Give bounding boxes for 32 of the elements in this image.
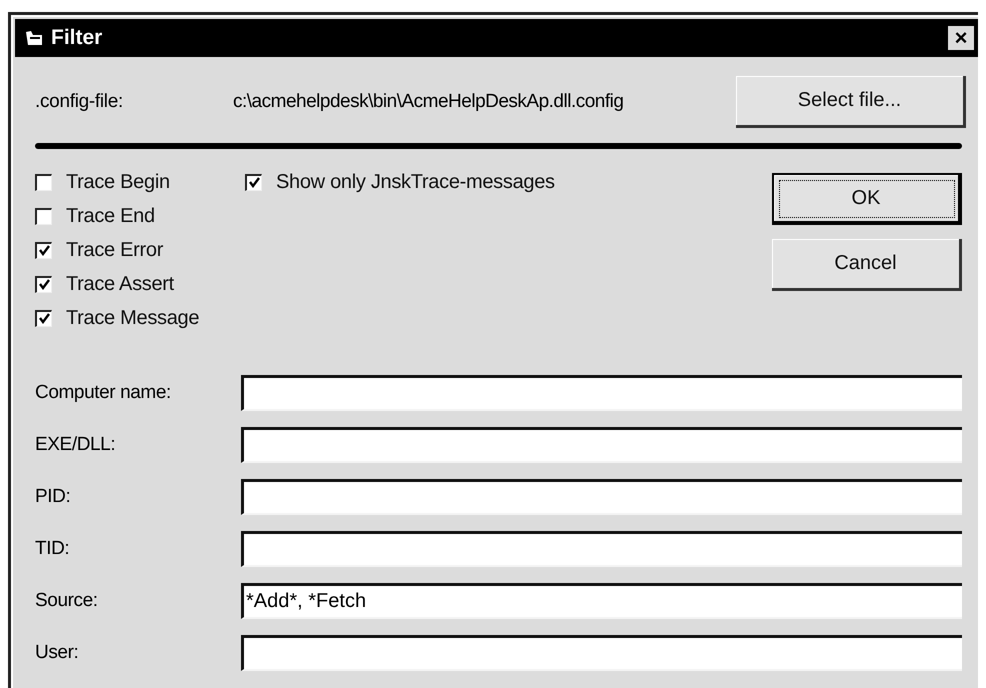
checkbox[interactable] (245, 174, 262, 190)
window-icon (25, 30, 43, 46)
input-field[interactable] (241, 375, 962, 411)
input-field[interactable] (241, 531, 962, 567)
field-label: User: (35, 642, 80, 664)
input-field[interactable] (241, 427, 962, 463)
checkbox-label: Trace Error (66, 238, 164, 262)
field-label: Computer name: (35, 382, 172, 404)
checkbox[interactable] (35, 242, 52, 258)
checkbox[interactable] (35, 310, 52, 326)
checkbox-label: Trace End (66, 204, 155, 228)
input-field[interactable] (241, 479, 962, 515)
input-field[interactable] (241, 635, 962, 671)
field-label: Source: (35, 590, 99, 612)
checkbox-label: Trace Begin (66, 170, 170, 194)
checkbox-label: Trace Assert (66, 272, 174, 296)
checkbox[interactable] (35, 276, 52, 292)
cancel-button[interactable]: Cancel (772, 239, 962, 291)
checkbox[interactable] (35, 208, 52, 224)
field-label: PID: (35, 486, 72, 508)
input-field[interactable]: *Add*, *Fetch (241, 583, 962, 619)
checkbox-label: Show only JnskTrace-messages (276, 170, 555, 194)
config-file-path: c:\acmehelpdesk\bin\AcmeHelpDeskAp.dll.config (233, 91, 624, 113)
checkbox-label: Trace Message (66, 306, 200, 330)
field-label: TID: (35, 538, 70, 560)
checkbox[interactable] (35, 174, 52, 190)
ok-button[interactable]: OK (772, 173, 962, 225)
select-file-button[interactable]: Select file... (736, 76, 966, 128)
field-label: EXE/DLL: (35, 434, 116, 456)
config-file-label: .config-file: (35, 91, 124, 113)
close-button[interactable]: × (948, 26, 974, 50)
window-title: Filter (51, 26, 104, 50)
